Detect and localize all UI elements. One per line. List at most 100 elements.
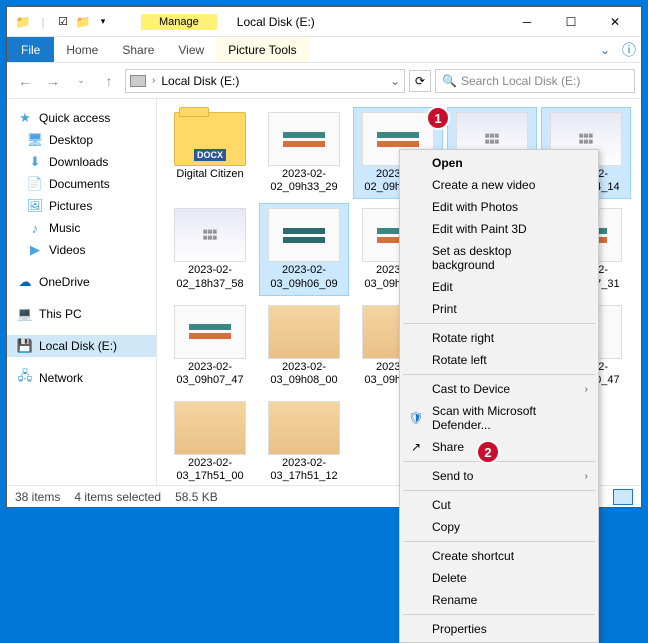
new-folder-icon[interactable]: 📁 [75,14,91,30]
sidebar-music[interactable]: ♪Music [7,217,156,239]
image-thumbnail [174,401,246,455]
file-item[interactable]: 2023-02-03_09h08_00 [259,300,349,392]
file-name: 2023-02-03_09h06_09 [262,264,346,290]
file-name: Digital Citizen [176,168,243,181]
address-dropdown[interactable]: ⌄ [390,74,400,88]
cm-copy[interactable]: Copy [402,516,596,538]
pictures-icon: 🖼 [27,198,43,214]
qat-sep: | [35,14,51,30]
cm-defender[interactable]: 🛡Scan with Microsoft Defender... [402,400,596,436]
file-item[interactable]: 2023-02-03_09h06_09 [259,203,349,295]
chart-thumbnail [174,305,246,359]
manage-context-tab[interactable]: Manage [141,14,217,30]
maximize-button[interactable]: ☐ [549,7,593,37]
sidebar-desktop[interactable]: 🖥Desktop [7,129,156,151]
cm-send-to[interactable]: Send to› [402,465,596,487]
context-menu: Open Create a new video Edit with Photos… [399,149,599,643]
ribbon-tabs: File Home Share View Picture Tools ⌄ ⓘ [7,37,641,63]
file-item[interactable]: 2023-02-03_17h51_00 [165,396,255,485]
navigation-pane: ★Quick access 🖥Desktop ⬇Downloads 📄Docum… [7,99,157,485]
cm-open[interactable]: Open [402,152,596,174]
drive-icon-side: 💾 [17,338,33,354]
cm-create-shortcut[interactable]: Create shortcut [402,545,596,567]
screenshot-thumbnail: ▦▦▦▦▦▦ [174,208,246,262]
recent-dropdown[interactable]: ⌄ [69,69,93,93]
file-item[interactable]: 2023-02-03_17h51_12 [259,396,349,485]
cm-paint3d[interactable]: Edit with Paint 3D [402,218,596,240]
cm-rotate-left[interactable]: Rotate left [402,349,596,371]
file-name: 2023-02-03_17h51_00 [168,457,252,483]
view-tab[interactable]: View [166,37,216,62]
sidebar-onedrive[interactable]: ☁OneDrive [7,271,156,293]
sidebar-videos[interactable]: ▶Videos [7,239,156,261]
cm-rotate-right[interactable]: Rotate right [402,327,596,349]
desktop-icon: 🖥 [27,132,43,148]
cm-set-background[interactable]: Set as desktop background [402,240,596,276]
shield-icon: 🛡 [408,410,424,426]
home-tab[interactable]: Home [54,37,110,62]
help-icon[interactable]: ⓘ [617,37,641,62]
status-selected-count: 4 items selected [74,490,161,504]
sidebar-network[interactable]: 🖧Network [7,367,156,389]
file-item[interactable]: 2023-02-02_09h33_29 [259,107,349,199]
cm-edit-photos[interactable]: Edit with Photos [402,196,596,218]
cm-print[interactable]: Print [402,298,596,320]
forward-button[interactable]: → [41,69,65,93]
folder-icon: DOCX [174,112,246,166]
file-item[interactable]: 2023-02-03_09h07_47 [165,300,255,392]
file-item[interactable]: DOCX Digital Citizen [165,107,255,199]
sidebar-documents[interactable]: 📄Documents [7,173,156,195]
cm-separator [403,323,595,324]
address-bar[interactable]: › Local Disk (E:) ⌄ [125,69,405,93]
ribbon-context-label: Manage [141,14,217,30]
qat-dropdown[interactable]: ▾ [95,14,111,30]
picture-tools-tab[interactable]: Picture Tools [216,37,308,62]
network-icon: 🖧 [17,370,33,386]
chevron-right-icon: › [585,384,588,395]
cm-properties[interactable]: Properties [402,618,596,640]
icons-view-button[interactable] [613,489,633,505]
search-input[interactable]: 🔍 Search Local Disk (E:) [435,69,635,93]
navigation-bar: ← → ⌄ ↑ › Local Disk (E:) ⌄ ⟳ 🔍 Search L… [7,63,641,99]
expand-ribbon-icon[interactable]: ⌄ [593,37,617,62]
cm-edit[interactable]: Edit [402,276,596,298]
sidebar-downloads[interactable]: ⬇Downloads [7,151,156,173]
sidebar-local-disk[interactable]: 💾Local Disk (E:) [7,335,156,357]
cm-delete[interactable]: Delete [402,567,596,589]
status-item-count: 38 items [15,490,60,504]
sidebar-this-pc[interactable]: 💻This PC [7,303,156,325]
status-size: 58.5 KB [175,490,218,504]
search-placeholder: Search Local Disk (E:) [461,74,580,88]
cm-cut[interactable]: Cut [402,494,596,516]
cm-rename[interactable]: Rename [402,589,596,611]
share-tab[interactable]: Share [110,37,166,62]
drive-icon [130,75,146,87]
file-item[interactable]: ▦▦▦▦▦▦2023-02-02_18h37_58 [165,203,255,295]
close-button[interactable]: ✕ [593,7,637,37]
videos-icon: ▶ [27,242,43,258]
refresh-button[interactable]: ⟳ [409,70,431,92]
image-thumbnail [268,401,340,455]
back-button[interactable]: ← [13,69,37,93]
cm-separator [403,541,595,542]
window-title: Local Disk (E:) [237,15,315,29]
cm-cast-device[interactable]: Cast to Device› [402,378,596,400]
breadcrumb-chevron[interactable]: › [152,75,155,86]
window-controls: ─ ☐ ✕ [505,7,637,37]
up-button[interactable]: ↑ [97,69,121,93]
sidebar-quick-access[interactable]: ★Quick access [7,107,156,129]
file-name: 2023-02-03_09h07_47 [168,361,252,387]
sidebar-pictures[interactable]: 🖼Pictures [7,195,156,217]
properties-icon[interactable]: ☑ [55,14,71,30]
file-tab[interactable]: File [7,37,54,62]
document-icon: 📄 [27,176,43,192]
star-icon: ★ [17,110,33,126]
annotation-badge-2: 2 [476,440,500,464]
chart-thumbnail [268,112,340,166]
cm-separator [403,490,595,491]
chevron-right-icon: › [585,471,588,482]
cm-create-video[interactable]: Create a new video [402,174,596,196]
file-name: 2023-02-02_18h37_58 [168,264,252,290]
address-text[interactable]: Local Disk (E:) [161,74,384,88]
minimize-button[interactable]: ─ [505,7,549,37]
